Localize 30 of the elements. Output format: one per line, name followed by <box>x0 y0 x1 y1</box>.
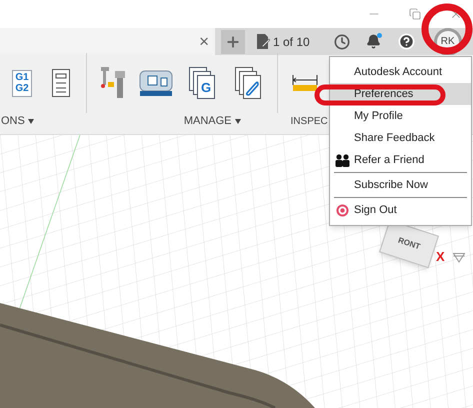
plus-icon <box>225 34 241 50</box>
menu-item[interactable]: Sign Out <box>330 199 471 221</box>
list-document-icon[interactable] <box>52 69 70 97</box>
x-axis-label: X <box>436 248 445 266</box>
measure-ruler-icon[interactable] <box>292 73 318 93</box>
toolbar-group-label[interactable]: MANAGE <box>184 112 241 130</box>
people-icon <box>335 154 350 166</box>
help-icon[interactable] <box>398 33 415 50</box>
annotation-ring <box>421 3 473 55</box>
new-tab-button[interactable] <box>221 30 245 54</box>
menu-item[interactable]: Autodesk Account <box>330 61 471 83</box>
target-icon <box>336 204 349 216</box>
document-pencil-icon[interactable] <box>257 34 270 49</box>
funnel-icon[interactable] <box>453 253 465 263</box>
menu-item[interactable]: Subscribe Now <box>330 174 471 196</box>
close-tab-button[interactable]: × <box>197 33 211 50</box>
toolbar-group-label[interactable]: INSPEC <box>290 114 328 128</box>
menu-item[interactable]: Share Feedback <box>330 127 471 149</box>
page-counter: 1 of 10 <box>273 34 310 50</box>
menu-item[interactable]: My Profile <box>330 105 471 127</box>
menu-item[interactable]: Refer a Friend <box>330 149 471 171</box>
stacked-documents-icon[interactable] <box>235 67 261 99</box>
toolbar-group-label[interactable]: ONS <box>1 112 34 130</box>
machine-icon[interactable] <box>139 69 173 97</box>
notification-bell-icon[interactable] <box>366 34 381 49</box>
restore-icon[interactable] <box>409 8 421 20</box>
document-tab[interactable]: × <box>0 28 215 55</box>
milling-tool-icon[interactable] <box>99 67 127 99</box>
gcode-icon[interactable]: G1 G2 <box>12 70 32 96</box>
clock-icon[interactable] <box>334 34 350 50</box>
